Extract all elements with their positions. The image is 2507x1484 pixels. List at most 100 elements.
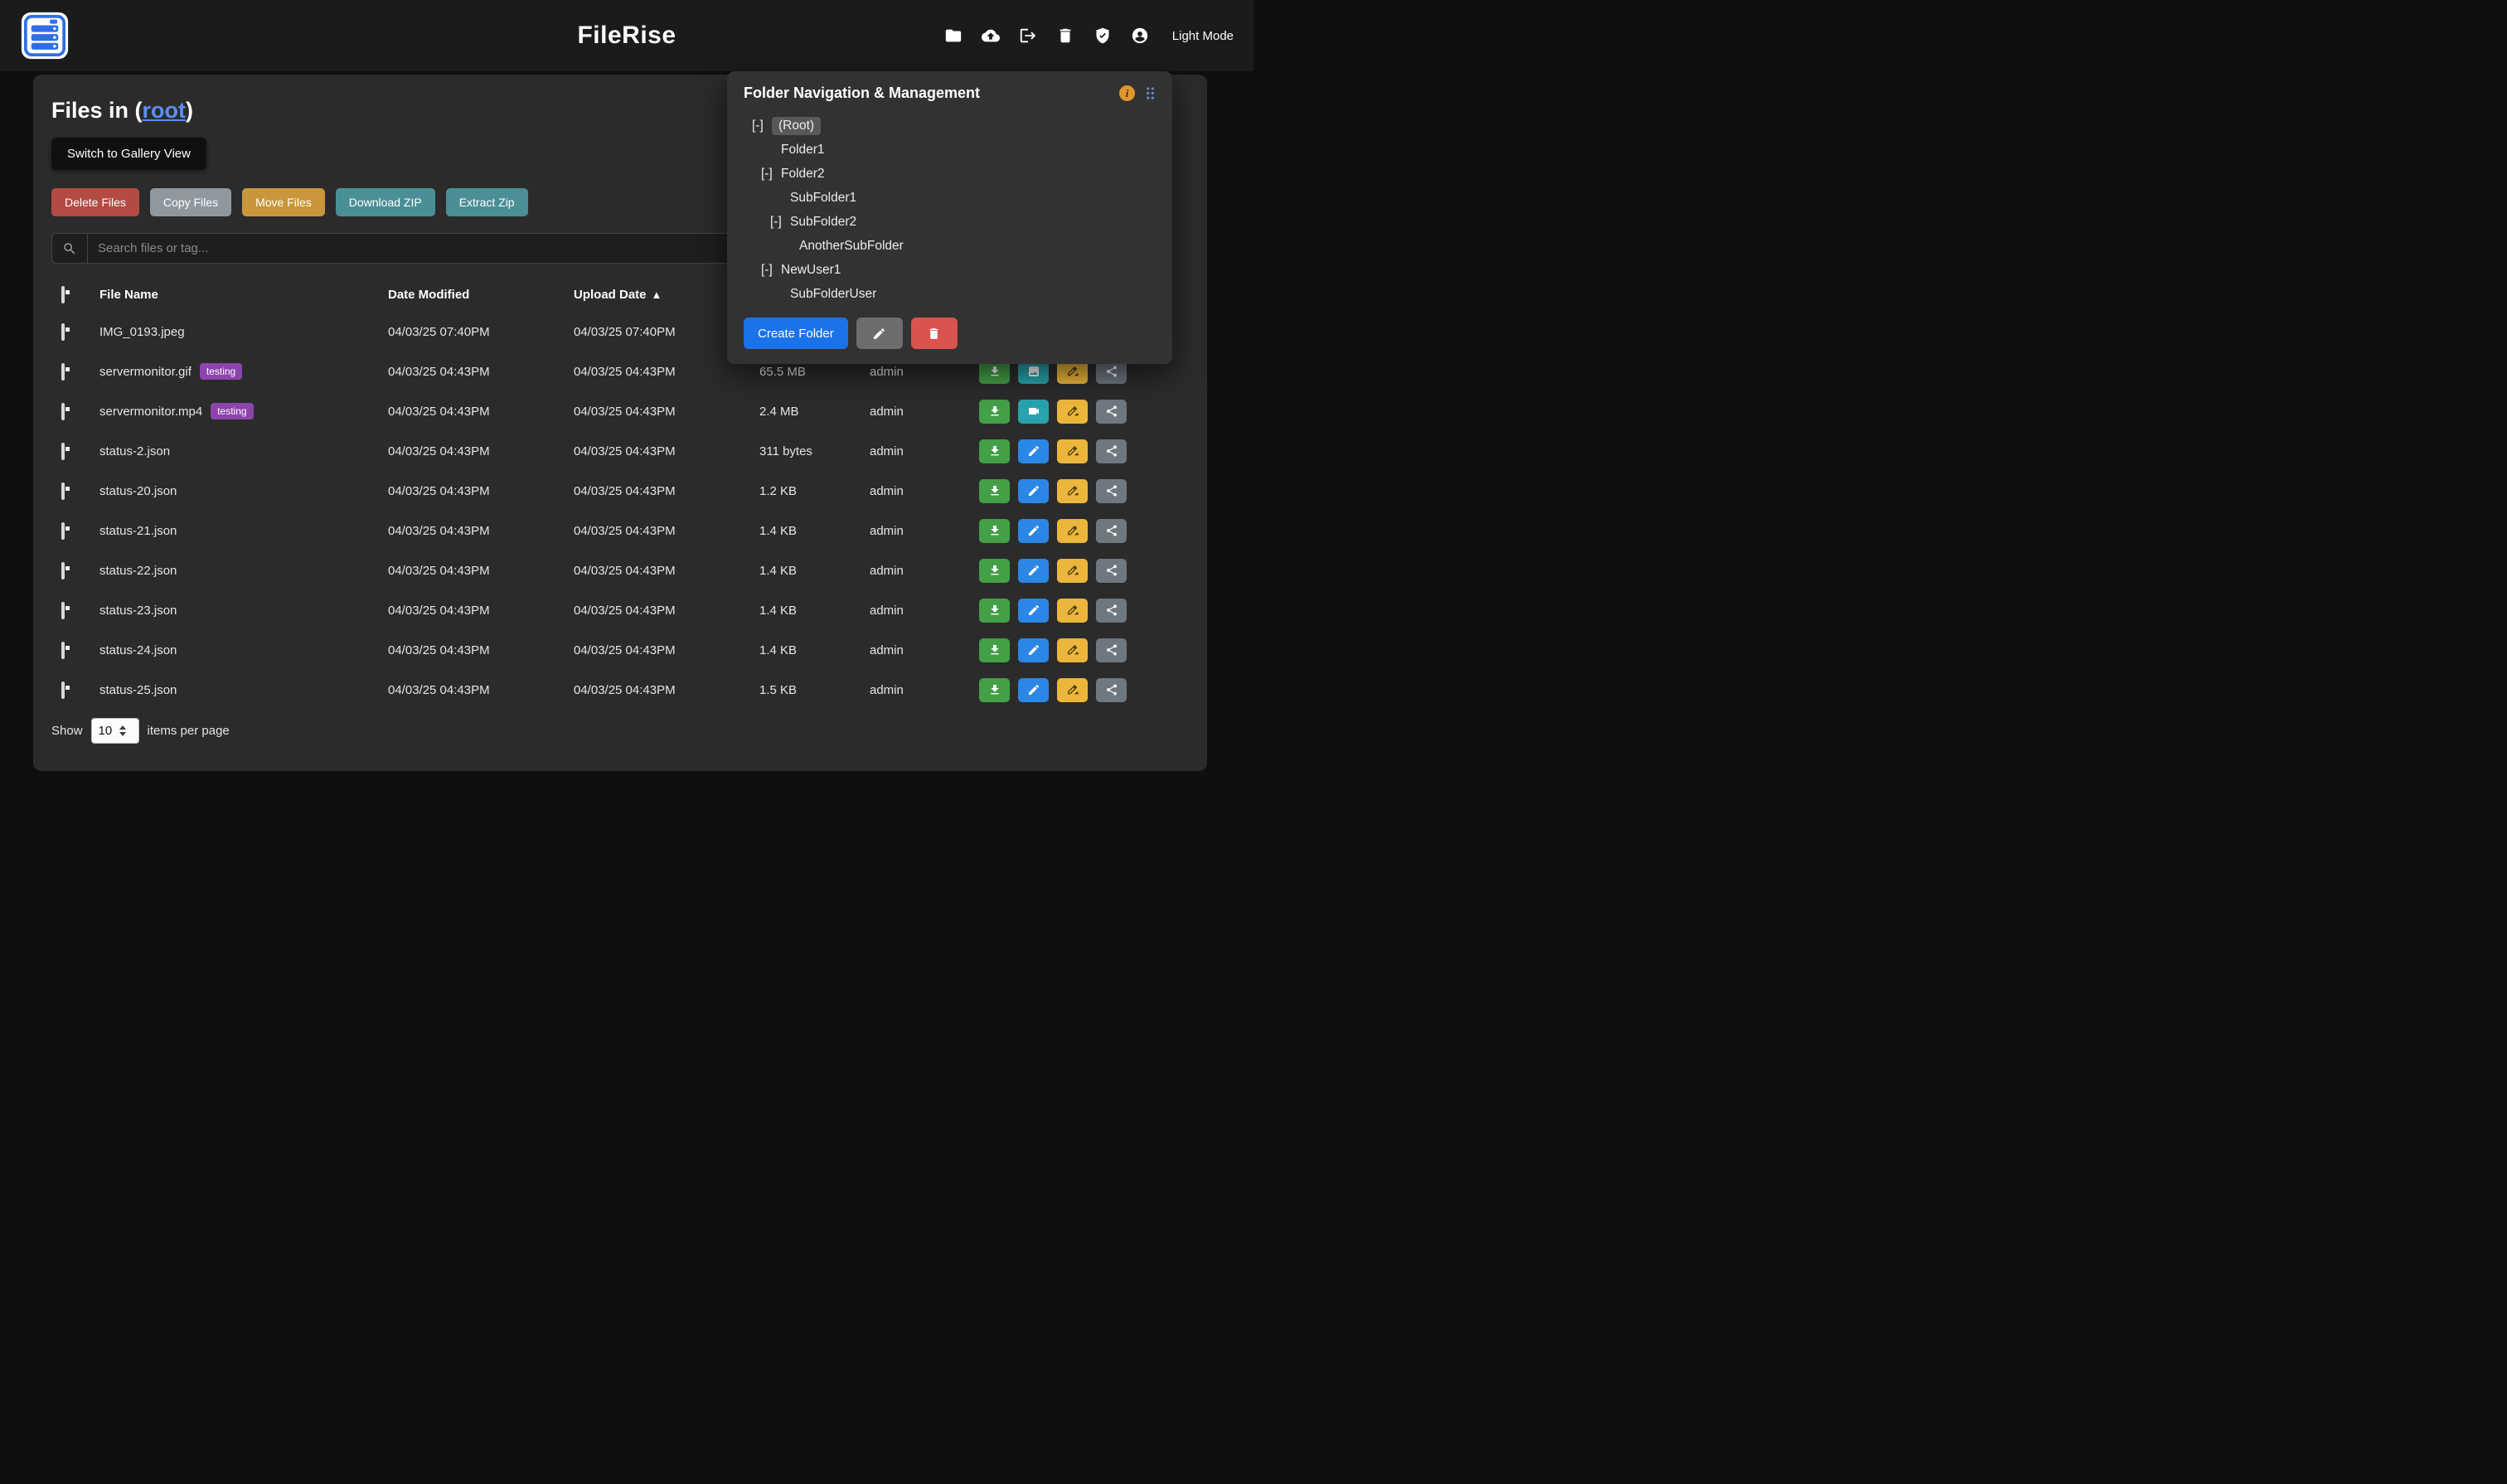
tree-toggle-icon[interactable]: [-]: [752, 119, 772, 133]
video-icon: [1027, 405, 1040, 418]
theme-toggle[interactable]: Light Mode: [1172, 29, 1234, 43]
file-size-cell: 1.4 KB: [759, 643, 870, 657]
folder-tree-node[interactable]: SubFolder1: [737, 186, 1162, 210]
edit-button[interactable]: [1018, 519, 1049, 543]
share-button[interactable]: [1096, 519, 1127, 543]
row-checkbox[interactable]: [61, 403, 65, 420]
share-button[interactable]: [1096, 599, 1127, 623]
folder-tree-node[interactable]: SubFolderUser: [737, 282, 1162, 306]
row-checkbox[interactable]: [61, 522, 65, 540]
app-title: FileRise: [577, 22, 676, 50]
drag-handle-icon[interactable]: [1145, 86, 1156, 100]
table-row: servermonitor.mp4testing04/03/25 04:43PM…: [51, 391, 1189, 431]
profile-icon[interactable]: [1130, 26, 1150, 46]
file-name-cell: status-20.json: [99, 484, 388, 498]
row-checkbox[interactable]: [61, 483, 65, 500]
rename-icon: [1066, 643, 1079, 657]
folder-tree-node[interactable]: Folder1: [737, 138, 1162, 162]
column-header-date-modified[interactable]: Date Modified: [388, 288, 574, 302]
row-checkbox[interactable]: [61, 642, 65, 659]
row-checkbox[interactable]: [61, 681, 65, 699]
download-button[interactable]: [979, 479, 1010, 503]
create-folder-button[interactable]: Create Folder: [744, 318, 848, 349]
rename-button[interactable]: [1057, 638, 1088, 662]
search-input[interactable]: [88, 234, 762, 263]
row-checkbox-cell: [51, 604, 99, 618]
rename-button[interactable]: [1057, 479, 1088, 503]
edit-button[interactable]: [1018, 599, 1049, 623]
row-checkbox[interactable]: [61, 602, 65, 619]
download-zip-button[interactable]: Download ZIP: [336, 188, 435, 216]
admin-shield-icon[interactable]: [1093, 26, 1113, 46]
row-actions: [979, 599, 1189, 623]
folder-node-label: Folder2: [781, 167, 825, 182]
rename-button[interactable]: [1057, 599, 1088, 623]
folder-tree-node[interactable]: [-]SubFolder2: [737, 210, 1162, 234]
download-button[interactable]: [979, 519, 1010, 543]
folder-tree-node[interactable]: [-](Root): [737, 114, 1162, 138]
row-checkbox-cell: [51, 564, 99, 578]
delete-files-button[interactable]: Delete Files: [51, 188, 139, 216]
tree-toggle-icon[interactable]: [-]: [770, 215, 790, 230]
folder-icon[interactable]: [943, 26, 963, 46]
uploader-cell: admin: [870, 564, 979, 578]
trash-icon[interactable]: [1055, 26, 1075, 46]
download-button[interactable]: [979, 559, 1010, 583]
share-icon: [1105, 405, 1118, 418]
rename-folder-button[interactable]: [856, 318, 903, 349]
select-all-checkbox[interactable]: [61, 286, 65, 303]
rename-button[interactable]: [1057, 439, 1088, 463]
move-files-button[interactable]: Move Files: [242, 188, 325, 216]
download-button[interactable]: [979, 638, 1010, 662]
folder-tree-node[interactable]: AnotherSubFolder: [737, 234, 1162, 258]
preview-video-button[interactable]: [1018, 400, 1049, 424]
edit-button[interactable]: [1018, 638, 1049, 662]
row-actions: [979, 678, 1189, 702]
share-button[interactable]: [1096, 479, 1127, 503]
upload-date-cell: 04/03/25 04:43PM: [574, 683, 759, 697]
row-actions: [979, 559, 1189, 583]
file-name: servermonitor.mp4: [99, 405, 202, 419]
root-folder-link[interactable]: root: [143, 98, 186, 123]
extract-zip-button[interactable]: Extract Zip: [446, 188, 528, 216]
logout-icon[interactable]: [1018, 26, 1038, 46]
row-checkbox[interactable]: [61, 562, 65, 580]
rename-button[interactable]: [1057, 559, 1088, 583]
edit-button[interactable]: [1018, 559, 1049, 583]
tree-toggle-icon[interactable]: [-]: [761, 263, 781, 278]
edit-button[interactable]: [1018, 439, 1049, 463]
delete-folder-button[interactable]: [911, 318, 958, 349]
rename-button[interactable]: [1057, 519, 1088, 543]
edit-button[interactable]: [1018, 479, 1049, 503]
rename-button[interactable]: [1057, 400, 1088, 424]
page-title-prefix: Files in (: [51, 98, 143, 123]
column-header-file-name[interactable]: File Name: [99, 288, 388, 302]
share-button[interactable]: [1096, 678, 1127, 702]
download-button[interactable]: [979, 678, 1010, 702]
gallery-view-button[interactable]: Switch to Gallery View: [51, 138, 206, 170]
download-button[interactable]: [979, 439, 1010, 463]
download-icon: [988, 444, 1001, 458]
tree-toggle-icon[interactable]: [-]: [761, 167, 781, 182]
download-button[interactable]: [979, 599, 1010, 623]
row-checkbox[interactable]: [61, 323, 65, 341]
edit-button[interactable]: [1018, 678, 1049, 702]
share-button[interactable]: [1096, 439, 1127, 463]
share-button[interactable]: [1096, 559, 1127, 583]
share-button[interactable]: [1096, 638, 1127, 662]
folder-navigation-panel: Folder Navigation & Management i [-](Roo…: [727, 71, 1172, 364]
rename-button[interactable]: [1057, 678, 1088, 702]
row-checkbox[interactable]: [61, 443, 65, 460]
download-button[interactable]: [979, 400, 1010, 424]
folder-tree-node[interactable]: [-]NewUser1: [737, 258, 1162, 282]
rename-icon: [1066, 405, 1079, 418]
share-button[interactable]: [1096, 400, 1127, 424]
folder-tree-node[interactable]: [-]Folder2: [737, 162, 1162, 186]
upload-icon[interactable]: [981, 26, 1001, 46]
copy-files-button[interactable]: Copy Files: [150, 188, 231, 216]
info-icon[interactable]: i: [1119, 85, 1135, 101]
share-icon: [1105, 643, 1118, 657]
file-size-cell: 1.4 KB: [759, 524, 870, 538]
items-per-page-select[interactable]: 10: [91, 718, 139, 744]
row-checkbox[interactable]: [61, 363, 65, 381]
